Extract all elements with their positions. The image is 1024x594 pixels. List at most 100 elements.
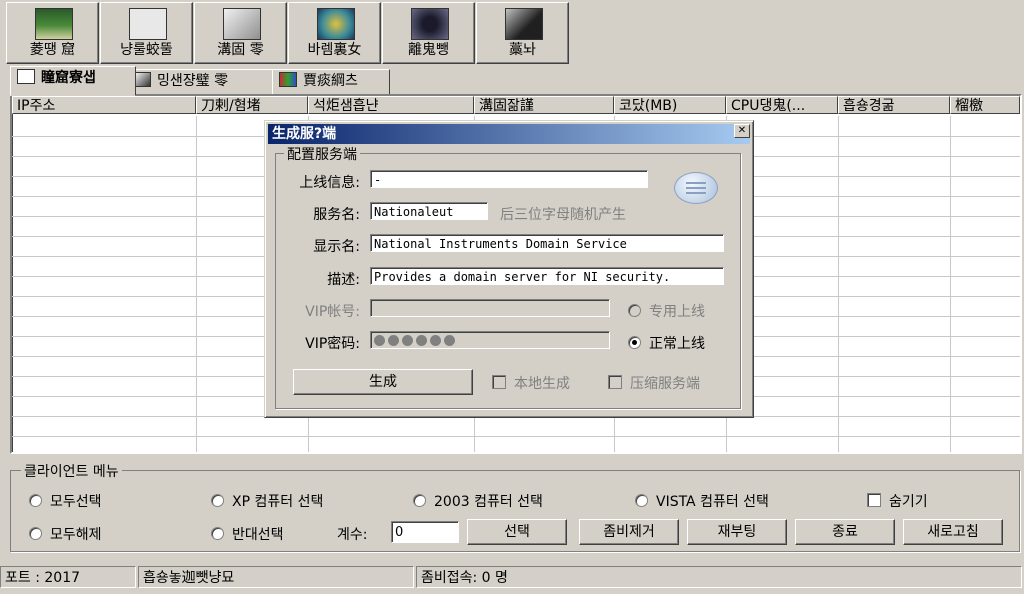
display-name-input[interactable]: National Instruments Domain Service	[370, 234, 724, 252]
tab-label: 瞳窟寮샙	[41, 70, 96, 86]
grid-line	[12, 436, 1020, 437]
client-menu-title: 클라이언트 메뉴	[21, 461, 122, 481]
password-dot	[402, 335, 413, 346]
checkbox-icon	[608, 375, 622, 389]
local-generate-checkbox: 本地生成	[492, 373, 570, 393]
document-icon	[129, 8, 167, 40]
grid-line	[838, 116, 839, 452]
status-zombie-count: 좀비접속: 0 명	[416, 566, 1022, 588]
2003-select-radio[interactable]: 2003 컴퓨터 선택	[413, 491, 543, 511]
refresh-button[interactable]: 새로고침	[903, 519, 1003, 545]
toolbar-label: 菱땡 窟	[29, 42, 76, 58]
description-input[interactable]: Provides a domain server for NI security…	[370, 267, 724, 285]
reboot-button[interactable]: 재부팅	[687, 519, 787, 545]
system-settings-toolbar-button[interactable]: 溝固 零	[194, 2, 287, 64]
option-label: VISTA 컴퓨터 선택	[656, 494, 769, 510]
password-dot	[374, 335, 385, 346]
tab-label: 밍샌쟝璧 零	[157, 73, 229, 89]
vista-select-radio[interactable]: VISTA 컴퓨터 선택	[635, 491, 769, 511]
dialog-title-bar: 生成服?端	[268, 124, 750, 144]
tab-online-hosts[interactable]: 瞳窟寮샙	[10, 66, 136, 96]
service-name-hint: 后三位字母随机产生	[500, 207, 626, 223]
column-header-status[interactable]: 榴檄	[950, 96, 1020, 114]
grid-line	[950, 116, 951, 452]
toolbar-label: 藁놔	[509, 42, 536, 58]
service-name-label: 服务名:	[313, 207, 360, 223]
exit-circle-icon	[505, 8, 543, 40]
monitor-icon	[17, 69, 35, 84]
option-label: 2003 컴퓨터 선택	[434, 494, 543, 510]
landscape-icon	[35, 8, 73, 40]
column-header-ip[interactable]: IP주소	[12, 96, 196, 114]
toolbar-label: 離鬼뺑	[408, 42, 449, 58]
password-dot	[444, 335, 455, 346]
column-header-region[interactable]: 刀剌/혐堵	[196, 96, 308, 114]
display-name-label: 显示名:	[313, 239, 360, 255]
option-label: 正常上线	[649, 336, 705, 352]
count-input[interactable]: 0	[391, 521, 459, 543]
generate-button[interactable]: 生成	[293, 369, 473, 395]
tab-filter-settings[interactable]: 밍샌쟝璧 零	[126, 69, 280, 95]
globe-icon	[317, 8, 355, 40]
xp-select-radio[interactable]: XP 컴퓨터 선택	[211, 491, 323, 511]
radio-icon	[29, 527, 42, 540]
switch-panel-icon	[223, 8, 261, 40]
zombie-remove-button[interactable]: 좀비제거	[579, 519, 679, 545]
tab-label: 賈痰綱츠	[303, 73, 358, 89]
column-header-os[interactable]: 溝固잚謹	[474, 96, 614, 114]
grid-line	[196, 116, 197, 452]
description-label: 描述:	[327, 272, 360, 288]
service-name-input[interactable]: Nationaleut	[370, 202, 488, 220]
status-message: 흡숑놓迦뺏냥묘	[138, 566, 414, 588]
select-all-radio[interactable]: 모두선택	[29, 491, 102, 511]
option-label: XP 컴퓨터 선택	[232, 494, 324, 510]
minimize-toolbar-button[interactable]: 離鬼뺑	[382, 2, 475, 64]
exit-toolbar-button[interactable]: 藁놔	[476, 2, 569, 64]
select-button[interactable]: 선택	[467, 519, 567, 545]
option-label: 모두선택	[50, 494, 102, 510]
tasks-toolbar-button[interactable]: 냥룰蛟뚤	[100, 2, 193, 64]
checkbox-icon	[867, 493, 881, 507]
normal-online-option[interactable]: 正常上线	[628, 333, 705, 353]
toolbar-label: 바렘裏女	[307, 42, 362, 58]
deselect-all-radio[interactable]: 모두해제	[29, 524, 102, 544]
column-header-computer-name[interactable]: 석炬샘흡냔	[308, 96, 474, 114]
radio-icon	[211, 527, 224, 540]
radio-icon	[628, 304, 641, 317]
count-label: 계수:	[337, 527, 368, 543]
option-label: 本地生成	[514, 376, 570, 392]
radio-icon	[29, 494, 42, 507]
online-info-input[interactable]: -	[370, 170, 648, 188]
exit-button[interactable]: 종료	[795, 519, 895, 545]
vip-password-label: VIP密码:	[305, 336, 360, 352]
book-icon	[279, 72, 297, 87]
password-dot	[388, 335, 399, 346]
build-server-dialog: 生成服?端 ✕ 配置服务端 上线信息: - 服务名: Nationaleut 后…	[264, 120, 754, 418]
option-label: 숨기기	[889, 494, 928, 510]
vip-password-input	[370, 331, 610, 349]
option-label: 반대선택	[232, 527, 284, 543]
close-icon[interactable]: ✕	[734, 124, 750, 138]
column-header-memory[interactable]: 코닸(MB)	[614, 96, 726, 114]
server-config-group: 配置服务端 上线信息: - 服务名: Nationaleut 后三位字母随机产生…	[275, 144, 741, 409]
password-dot	[430, 335, 441, 346]
password-dot	[416, 335, 427, 346]
dedicated-online-option: 专用上线	[628, 301, 705, 321]
tab-instructions[interactable]: 賈痰綱츠	[272, 69, 390, 95]
radio-icon	[635, 494, 648, 507]
radio-icon	[413, 494, 426, 507]
hide-checkbox[interactable]: 숨기기	[867, 491, 928, 511]
vip-account-input	[370, 299, 610, 317]
toolbar-label: 溝固 零	[217, 42, 264, 58]
option-label: 모두해제	[50, 527, 102, 543]
column-header-cpu[interactable]: CPU댕鬼(...	[726, 96, 838, 114]
option-label: 压缩服务端	[630, 376, 700, 392]
help-toolbar-button[interactable]: 바렘裏女	[288, 2, 381, 64]
online-hosts-toolbar-button[interactable]: 菱땡 窟	[6, 2, 99, 64]
dialog-title: 生成服?端	[272, 126, 337, 142]
toolbar-label: 냥룰蛟뚤	[120, 42, 173, 58]
invert-select-radio[interactable]: 반대선택	[211, 524, 284, 544]
column-header-version[interactable]: 흡숑경굶	[838, 96, 950, 114]
chat-bubble-icon	[674, 172, 718, 204]
group-title: 配置服务端	[284, 144, 360, 164]
